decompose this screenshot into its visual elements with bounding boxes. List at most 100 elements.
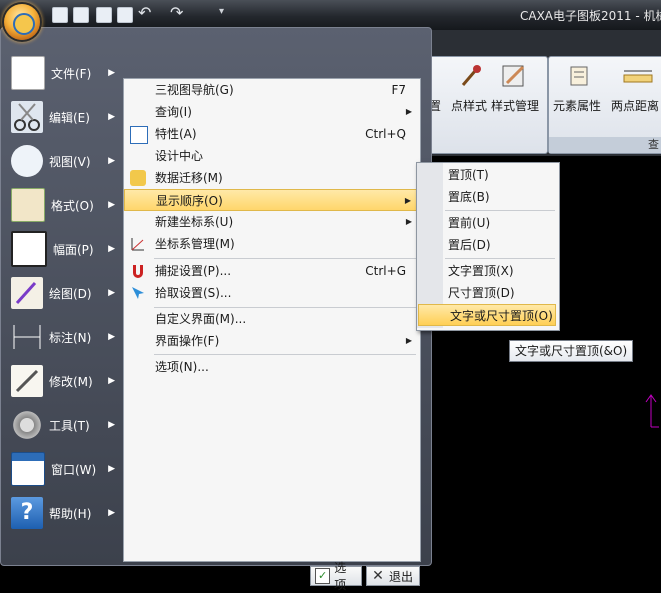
ribbon: 置 点样式 样式管理 元素属性 两点距离 查 [428,30,661,156]
menu-item-label: 绘图(D) [49,286,92,301]
element-attribute-icon[interactable] [567,63,593,89]
ribbon-btn-element-attr[interactable]: 元素属性 [553,97,601,114]
mid-item-label: 界面操作(F) [155,334,220,348]
sub-item-send-to-bottom[interactable]: 置底(B) [417,186,557,208]
distance-icon[interactable] [623,63,653,89]
menu-item-dimension[interactable]: 标注(N) ▶ [5,317,123,357]
mid-item-design-center[interactable]: 设计中心 [124,145,420,167]
menu-separator [445,210,555,211]
options-label: 选项 [334,561,347,592]
mid-item-display-order[interactable]: 显示顺序(O) ▶ [124,189,420,211]
chevron-right-icon: ▶ [108,420,115,430]
mid-item-snap-settings[interactable]: 捕捉设置(P)... Ctrl+G [124,260,420,282]
menu-left-column: 文件(F) ▶ 编辑(E) ▶ 视图(V) ▶ 格式(O) ▶ 幅面(P) ▶ 绘图(D)… [5,53,123,561]
modify-icon [11,365,43,397]
data-migrate-icon [130,170,146,186]
ribbon-group-title: 查 [549,137,661,153]
menu-item-file[interactable]: 文件(F) ▶ [5,53,123,93]
point-style-icon[interactable] [459,63,485,89]
tools-gear-icon [11,409,43,441]
tools-submenu: 三视图导航(G) F7 查询(I) ▶ 特性(A) Ctrl+Q 设计中心 数据迁移(… [123,78,421,562]
undo-icon[interactable]: ↶ [138,3,152,22]
ribbon-group-query: 元素属性 两点距离 查 [548,56,661,154]
chevron-right-icon: ▶ [108,508,115,518]
menu-item-window[interactable]: 窗口(W) ▶ [5,449,123,489]
options-button[interactable]: ✓ 选项 [310,561,362,592]
menu-item-sheet[interactable]: 幅面(P) ▶ [5,229,123,269]
save-icon[interactable] [96,7,112,23]
menu-item-label: 幅面(P) [53,242,94,257]
menu-item-format[interactable]: 格式(O) ▶ [5,185,123,225]
application-menu: 文件(F) ▶ 编辑(E) ▶ 视图(V) ▶ 格式(O) ▶ 幅面(P) ▶ 绘图(D)… [0,27,432,592]
menu-item-draw[interactable]: 绘图(D) ▶ [5,273,123,313]
sub-item-dim-to-top[interactable]: 尺寸置顶(D) [417,282,557,304]
menu-item-help[interactable]: ? 帮助(H) ▶ [5,493,123,533]
mid-item-3view-nav[interactable]: 三视图导航(G) F7 [124,79,420,101]
sub-item-text-or-dim-to-top[interactable]: 文字或尺寸置顶(O) [418,304,556,326]
menu-item-label: 修改(M) [49,374,93,389]
mid-item-data-migrate[interactable]: 数据迁移(M) [124,167,420,189]
menu-item-view[interactable]: 视图(V) ▶ [5,141,123,181]
menu-item-tools[interactable]: 工具(T) ▶ [5,405,123,445]
new-file-icon[interactable] [52,7,68,23]
mid-item-label: 自定义界面(M)... [155,312,247,326]
print-icon[interactable] [117,7,133,23]
dimension-icon [11,321,43,353]
title-bar: ↶ ↷ ▾ CAXA电子图板2011 - 机械 [0,0,661,30]
ribbon-btn-distance[interactable]: 两点距离 [611,97,659,114]
chevron-right-icon: ▶ [405,107,412,116]
chevron-right-icon: ▶ [108,112,115,122]
chevron-right-icon: ▶ [108,156,115,166]
chevron-right-icon: ▶ [108,288,115,298]
chevron-right-icon: ▶ [108,200,115,210]
properties-icon [130,126,148,144]
ribbon-btn-point-style[interactable]: 点样式 [451,97,487,114]
coordinate-icon [130,236,146,252]
menu-item-label: 编辑(E) [49,110,90,125]
style-manager-icon[interactable] [501,63,527,89]
menu-item-label: 帮助(H) [49,506,92,521]
sub-item-text-to-top[interactable]: 文字置顶(X) [417,260,557,282]
menu-item-label: 窗口(W) [51,462,97,477]
open-folder-icon[interactable] [73,7,89,23]
pick-icon [130,285,146,301]
sub-item-label: 置后(D) [448,238,491,252]
mid-item-ucs-manager[interactable]: 坐标系管理(M) [124,233,420,255]
redo-icon[interactable]: ↷ [170,3,184,22]
format-icon [11,188,45,222]
menu-item-label: 文件(F) [51,66,92,81]
mid-item-label: 捕捉设置(P)... [155,264,232,278]
exit-button[interactable]: ✕ 退出 [366,566,420,586]
ribbon-btn-style-manager[interactable]: 样式管理 [491,97,539,114]
chevron-right-icon: ▶ [405,336,412,345]
checkbox-icon: ✓ [315,568,331,584]
mid-item-ui-operation[interactable]: 界面操作(F) ▶ [124,330,420,352]
mid-item-new-ucs[interactable]: 新建坐标系(U) ▶ [124,211,420,233]
sub-item-label: 置底(B) [448,190,490,204]
sub-item-send-backward[interactable]: 置后(D) [417,234,557,256]
menu-item-label: 工具(T) [49,418,90,433]
sub-item-label: 置顶(T) [448,168,489,182]
close-icon: ✕ [372,568,384,584]
mid-item-query[interactable]: 查询(I) ▶ [124,101,420,123]
mid-item-properties[interactable]: 特性(A) Ctrl+Q [124,123,420,145]
chevron-right-icon: ▶ [108,464,115,474]
menu-item-modify[interactable]: 修改(M) ▶ [5,361,123,401]
sub-item-bring-forward[interactable]: 置前(U) [417,212,557,234]
mid-item-options[interactable]: 选项(N)... [124,356,420,378]
mid-item-label: 拾取设置(S)... [155,286,232,300]
menu-separator [154,354,416,355]
mid-item-shortcut: F7 [391,83,406,97]
app-menu-button[interactable] [4,4,40,40]
menu-separator [154,258,416,259]
sub-item-label: 置前(U) [448,216,491,230]
app-logo-icon [13,13,35,35]
sub-item-bring-to-top[interactable]: 置顶(T) [417,164,557,186]
customize-icon[interactable]: ▾ [219,6,233,20]
mid-item-customize-ui[interactable]: 自定义界面(M)... [124,308,420,330]
sub-item-label: 尺寸置顶(D) [448,286,515,300]
help-icon: ? [11,497,43,529]
mid-item-pick-settings[interactable]: 拾取设置(S)... [124,282,420,304]
chevron-right-icon: ▶ [404,196,411,205]
menu-item-edit[interactable]: 编辑(E) ▶ [5,97,123,137]
